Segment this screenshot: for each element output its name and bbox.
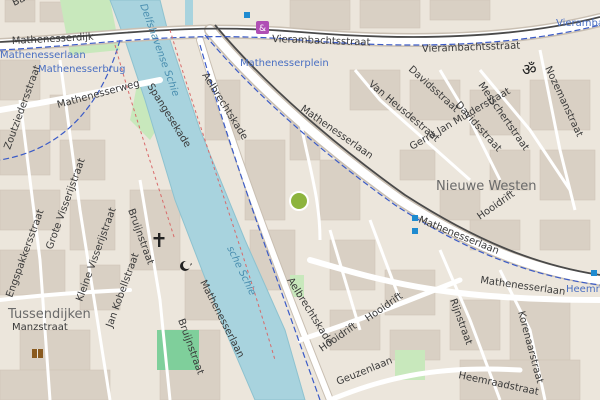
label-vierambachtsstraat-2: Vierambachtsstraat — [422, 41, 521, 55]
label-tussendijken: Tussendijken — [7, 307, 91, 322]
label-engspakkersstraat: Engspakkersstraat — [4, 208, 46, 299]
label-heemr-right: Heemr — [566, 284, 600, 295]
label-grote-visserijstraat: Grote Visserijstraat — [44, 157, 87, 251]
label-aelbrechtskade-top: Aelbrechtskade — [199, 71, 249, 142]
label-davidsstraat: Davidsstraat — [406, 64, 461, 115]
label-bruijnstraat-2: Bruijnstraat — [175, 317, 205, 376]
label-heemraadstraat: Heemraadstraat — [457, 370, 539, 398]
label-mathenesserweg: Mathenesserweg — [56, 78, 141, 111]
label-mathenesserplein-2: Mathenesserlaan — [197, 278, 246, 359]
label-schie-mid: sche Schie — [224, 244, 257, 297]
label-mathenesserbrug: Mathenesserbrug — [38, 64, 126, 75]
label-nieuwe-westen: Nieuwe Westen — [436, 179, 537, 194]
label-nozemanstraat: Nozemanstraat — [542, 65, 584, 139]
label-geuzenlaan: Geuzenlaan — [335, 355, 394, 387]
map-canvas[interactable]: & Vierambachtsstraat Vierambachtsstraat … — [0, 0, 600, 400]
label-vierambachtsstraat-3: Vierambachtsstraat — [556, 18, 600, 29]
label-zoutziedersstraat: Zoutziedersstraat — [2, 64, 43, 151]
om-symbol-icon[interactable]: ॐ — [522, 60, 537, 79]
label-hooidrift-3: Hooidrift — [363, 291, 405, 325]
label-aelbrechtskade-bottom: Aelbrechtskade — [284, 276, 334, 347]
label-manzstraat: Manzstraat — [12, 322, 68, 333]
label-mathenesserdijk: Mathenesserdijk — [12, 32, 95, 47]
label-mathenesserplein: Mathenesserplein — [240, 58, 329, 69]
label-delfshavense-schie: Delfshavense Schie — [137, 2, 181, 98]
label-korenaarstraat: Korenaarstraat — [515, 310, 545, 385]
label-mathenesselaan-mid: Mathenesserlaan — [417, 215, 501, 257]
label-rijnstraat: Rijnstraat — [447, 297, 474, 346]
label-mathenesselaan-top: Mathenesserlaan — [298, 103, 375, 161]
label-balk: Balk — [11, 0, 35, 9]
label-jan-kobellstraat: Jan Kobellstraat — [104, 252, 141, 330]
label-mathenesselaan-right: Mathenesserlaan — [0, 50, 86, 61]
label-vierambachtsstraat-1: Vierambachtsstraat — [272, 34, 371, 48]
label-kleine-visserijstraat: Kleine Visserijstraat — [74, 206, 118, 303]
label-mathenesselaan-bottom: Mathenesserlaan — [480, 275, 566, 298]
